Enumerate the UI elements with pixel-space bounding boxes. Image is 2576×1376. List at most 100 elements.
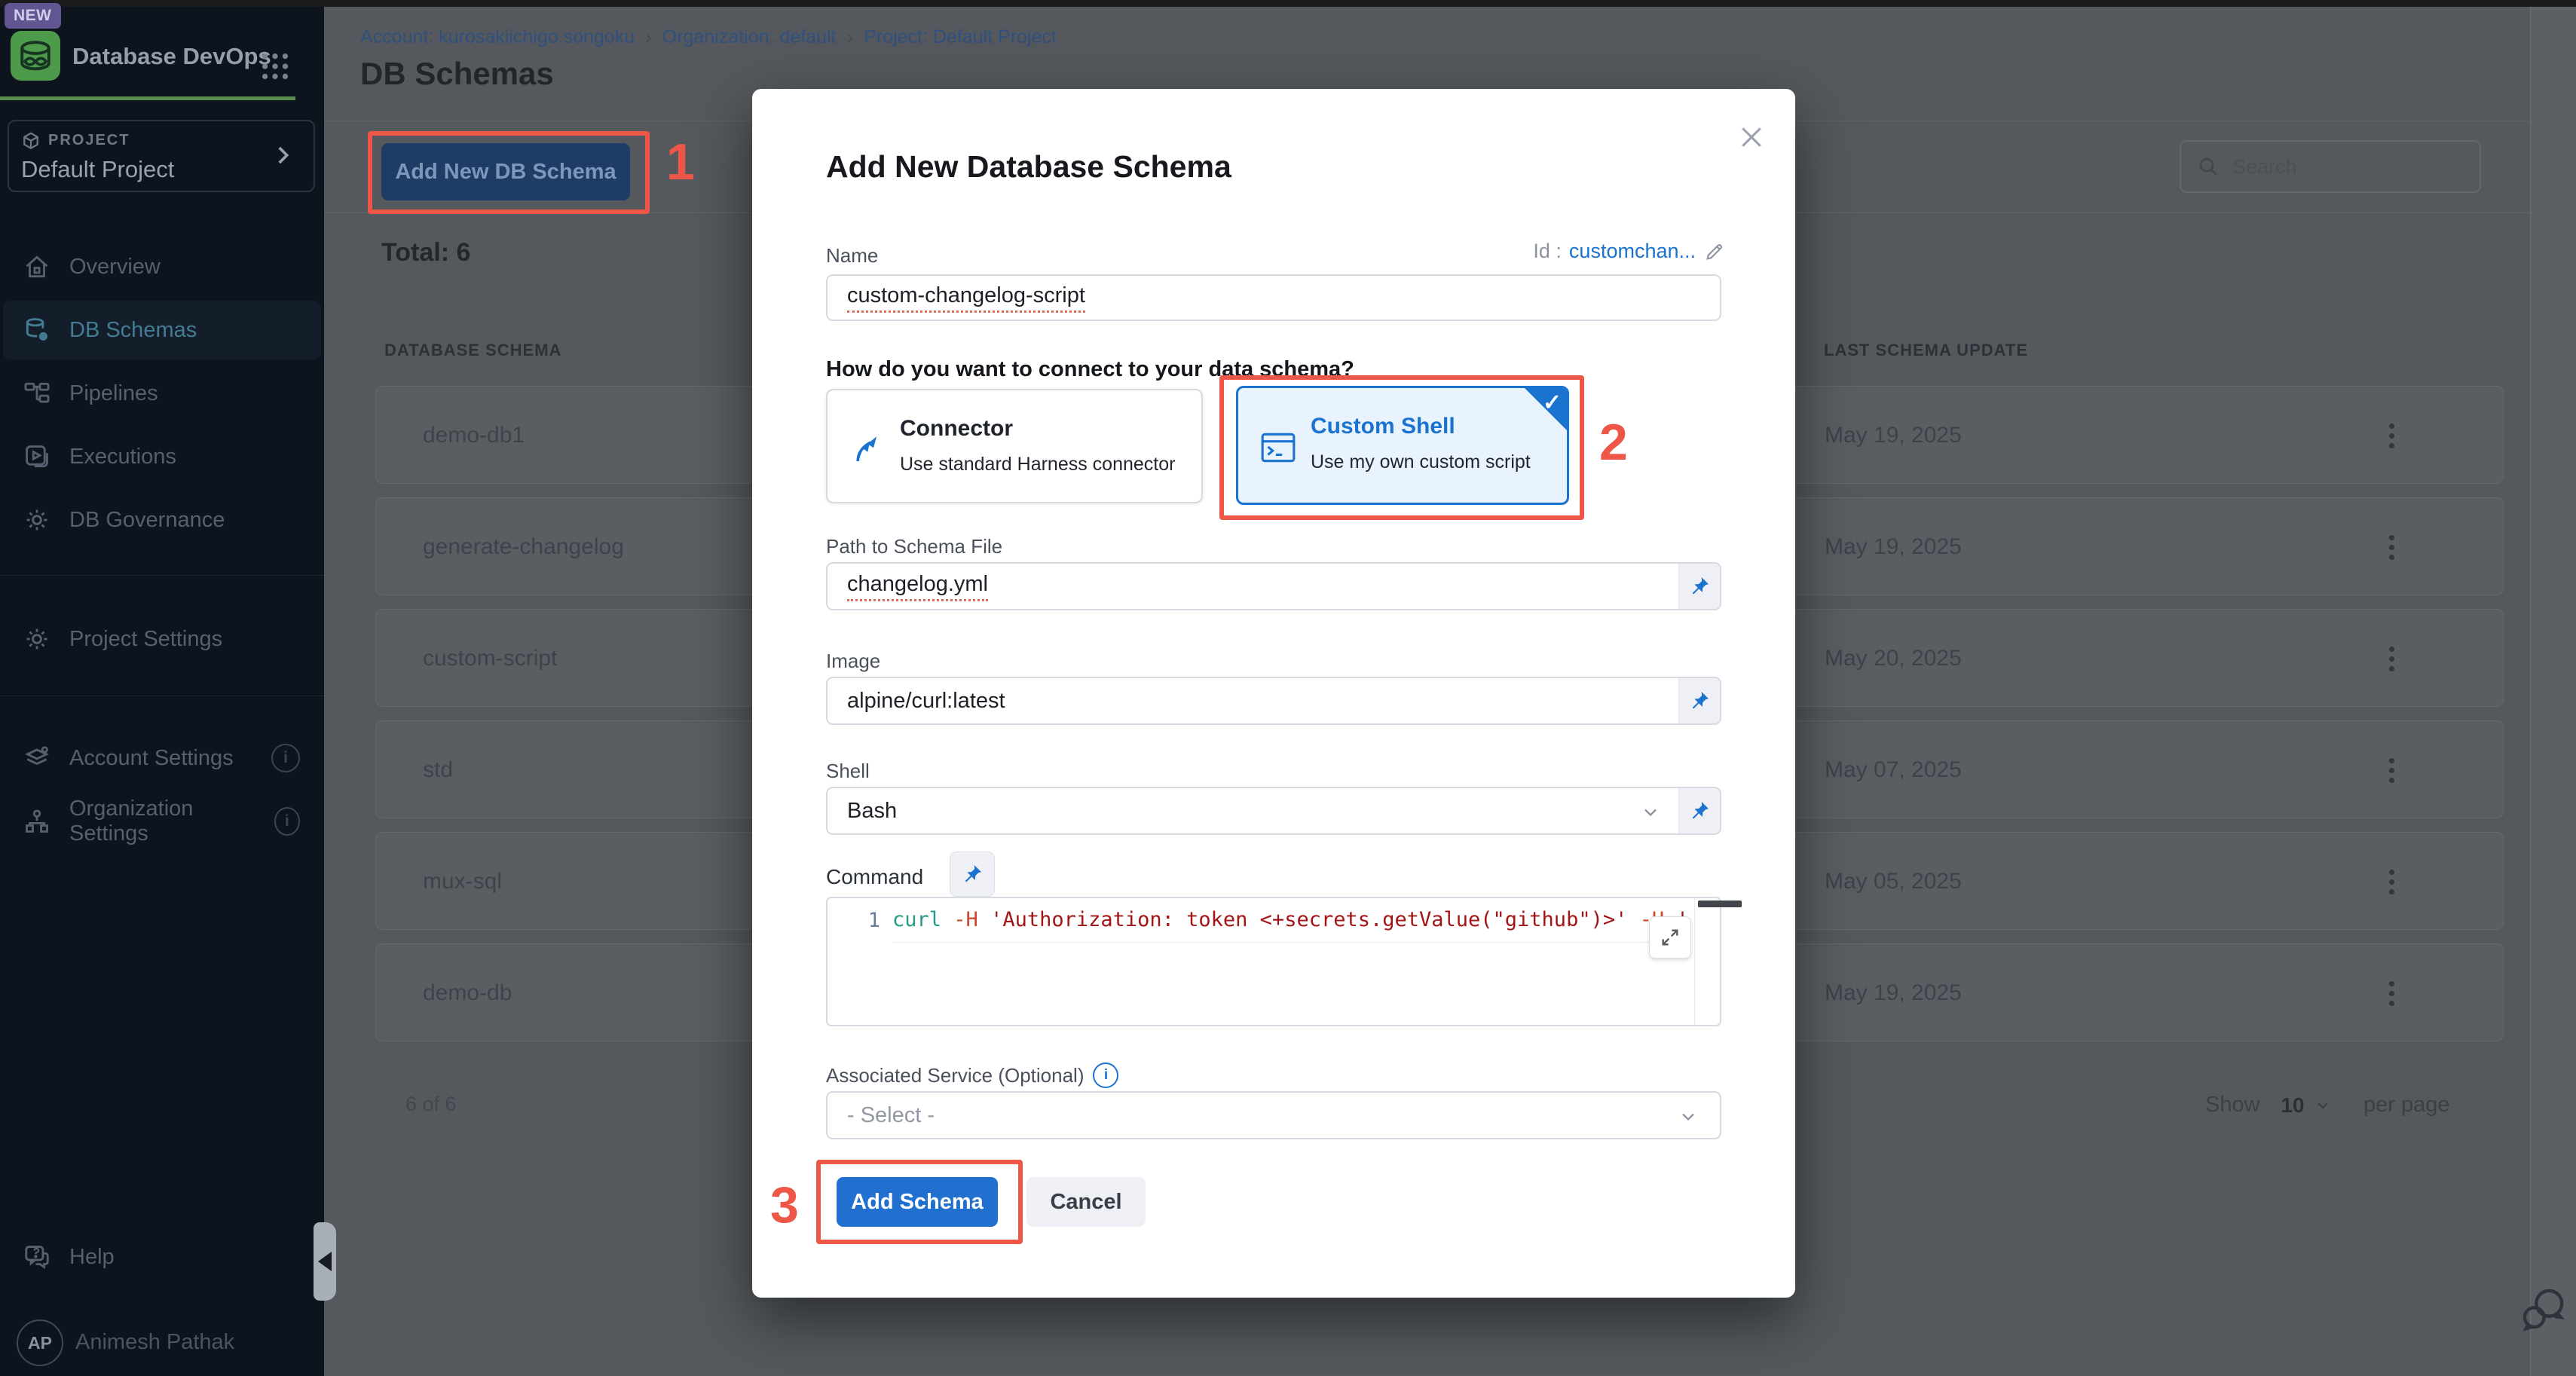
cube-icon bbox=[20, 130, 42, 153]
sidebar-item-account-settings[interactable]: Account Settings i bbox=[3, 729, 321, 787]
path-value: changelog.yml bbox=[847, 572, 988, 601]
sidebar-item-label: Overview bbox=[69, 255, 161, 280]
row-menu-icon[interactable] bbox=[2373, 975, 2409, 1011]
sidebar-item-help[interactable]: Help bbox=[3, 1228, 321, 1286]
layers-icon bbox=[23, 744, 51, 772]
pin-icon bbox=[1688, 575, 1711, 598]
sidebar-item-label: Organization Settings bbox=[69, 797, 256, 846]
info-icon[interactable]: i bbox=[1093, 1063, 1118, 1088]
chevron-down-icon bbox=[2314, 1096, 2332, 1115]
total-count: Total: 6 bbox=[381, 238, 470, 268]
row-menu-icon[interactable] bbox=[2373, 417, 2409, 454]
per-page-label: per page bbox=[2363, 1093, 2450, 1118]
associated-service-row: Associated Service (Optional) i bbox=[826, 1063, 1118, 1088]
project-name: Default Project bbox=[21, 156, 174, 183]
row-menu-icon[interactable] bbox=[2373, 529, 2409, 565]
path-label: Path to Schema File bbox=[826, 535, 1002, 558]
annotation-number-1: 1 bbox=[666, 133, 695, 191]
sidebar-item-executions[interactable]: Executions bbox=[3, 427, 321, 486]
breadcrumb: Account: kurosakiichigo.songoku › Organi… bbox=[360, 26, 1057, 49]
executions-icon bbox=[23, 442, 51, 471]
sidebar-item-db-governance[interactable]: DB Governance bbox=[3, 491, 321, 549]
image-value: alpine/curl:latest bbox=[847, 689, 1005, 714]
sidebar-item-db-schemas[interactable]: DB Schemas bbox=[3, 301, 321, 359]
module-grid-icon[interactable] bbox=[258, 49, 292, 84]
option-subtitle: Use my own custom script bbox=[1311, 451, 1531, 473]
schema-updated: May 07, 2025 bbox=[1825, 757, 1962, 783]
id-value[interactable]: customchan... bbox=[1569, 240, 1696, 263]
associated-service-label: Associated Service (Optional) bbox=[826, 1064, 1084, 1087]
product-title: Database DevOps bbox=[72, 43, 271, 70]
column-header-last-schema-update: LAST SCHEMA UPDATE bbox=[1824, 341, 2028, 360]
pin-toggle[interactable] bbox=[1678, 788, 1720, 833]
editor-gutter-line bbox=[1694, 898, 1695, 1025]
new-badge: NEW bbox=[5, 3, 61, 29]
shell-select[interactable]: Bash bbox=[826, 787, 1721, 835]
breadcrumb-account[interactable]: Account: kurosakiichigo.songoku bbox=[360, 26, 635, 48]
image-label: Image bbox=[826, 650, 880, 673]
schema-name: demo-db1 bbox=[423, 423, 525, 448]
sidebar-collapse-handle[interactable] bbox=[314, 1222, 336, 1301]
row-menu-icon[interactable] bbox=[2373, 752, 2409, 788]
code-token: curl bbox=[892, 908, 941, 931]
option-subtitle: Use standard Harness connector bbox=[900, 454, 1175, 475]
pin-toggle[interactable] bbox=[1678, 564, 1720, 609]
db-schema-icon bbox=[23, 316, 51, 344]
search-input[interactable]: Search bbox=[2180, 140, 2481, 193]
help-chat-icon bbox=[23, 1243, 51, 1271]
page-scrollbar[interactable] bbox=[2530, 7, 2576, 1376]
sidebar-item-overview[interactable]: Overview bbox=[3, 237, 321, 296]
schema-name: mux-sql bbox=[423, 869, 502, 894]
option-title: Connector bbox=[900, 416, 1013, 442]
support-chat-icon[interactable] bbox=[2517, 1283, 2570, 1335]
add-new-db-schema-button[interactable]: Add New DB Schema bbox=[381, 143, 630, 200]
edit-pencil-icon[interactable] bbox=[1703, 240, 1726, 263]
expand-icon bbox=[1660, 927, 1681, 948]
connector-option-card[interactable]: Connector Use standard Harness connector bbox=[826, 389, 1203, 503]
command-code-editor[interactable]: 1 curl -H 'Authorization: token <+secret… bbox=[826, 897, 1721, 1026]
name-input[interactable]: custom-changelog-script bbox=[826, 274, 1721, 321]
gear-icon bbox=[23, 506, 51, 534]
sidebar-item-project-settings[interactable]: Project Settings bbox=[3, 610, 321, 668]
expand-editor-button[interactable] bbox=[1649, 916, 1691, 959]
sidebar-item-organization-settings[interactable]: Organization Settings i bbox=[3, 792, 321, 851]
sidebar-item-label: Executions bbox=[69, 445, 176, 469]
sidebar-item-pipelines[interactable]: Pipelines bbox=[3, 364, 321, 423]
path-input[interactable]: changelog.yml bbox=[826, 562, 1721, 610]
shell-label: Shell bbox=[826, 760, 870, 783]
row-menu-icon[interactable] bbox=[2373, 864, 2409, 900]
breadcrumb-project[interactable]: Project: Default Project bbox=[864, 26, 1057, 48]
cancel-button[interactable]: Cancel bbox=[1026, 1177, 1146, 1227]
avatar-initials: AP bbox=[28, 1333, 52, 1353]
sidebar-item-label: Project Settings bbox=[69, 627, 222, 652]
schema-name: generate-changelog bbox=[423, 534, 624, 560]
row-menu-icon[interactable] bbox=[2373, 641, 2409, 677]
breadcrumb-organization[interactable]: Organization: default bbox=[662, 26, 837, 48]
sidebar-item-label: DB Schemas bbox=[69, 318, 197, 343]
schema-updated: May 19, 2025 bbox=[1825, 980, 1962, 1006]
search-icon bbox=[2196, 154, 2220, 179]
associated-service-select[interactable]: - Select - bbox=[826, 1091, 1721, 1139]
project-section-label: PROJECT bbox=[48, 132, 130, 149]
code-token: -H bbox=[941, 908, 990, 931]
pin-toggle[interactable] bbox=[1678, 678, 1720, 723]
service-placeholder: - Select - bbox=[847, 1103, 935, 1128]
annotation-number-2: 2 bbox=[1599, 413, 1628, 472]
schema-name: demo-db bbox=[423, 980, 512, 1006]
chevron-right-icon bbox=[270, 142, 295, 168]
close-icon[interactable] bbox=[1736, 122, 1767, 152]
schema-name: std bbox=[423, 757, 453, 783]
add-schema-button[interactable]: Add Schema bbox=[837, 1177, 998, 1227]
gear-icon bbox=[23, 625, 51, 653]
terminal-icon bbox=[1259, 430, 1297, 465]
pin-icon bbox=[961, 863, 984, 885]
custom-shell-option-card[interactable]: ✓ Custom Shell Use my own custom script bbox=[1236, 386, 1569, 505]
user-avatar[interactable]: AP bbox=[17, 1319, 63, 1366]
image-input[interactable]: alpine/curl:latest bbox=[826, 677, 1721, 725]
connect-question: How do you want to connect to your data … bbox=[826, 357, 1354, 382]
modal-title: Add New Database Schema bbox=[826, 149, 1231, 185]
line-number: 1 bbox=[850, 909, 880, 932]
page-size-select[interactable]: 10 bbox=[2269, 1082, 2344, 1129]
editor-scrollbar[interactable] bbox=[1698, 901, 1742, 907]
command-pin-button[interactable] bbox=[950, 852, 995, 897]
